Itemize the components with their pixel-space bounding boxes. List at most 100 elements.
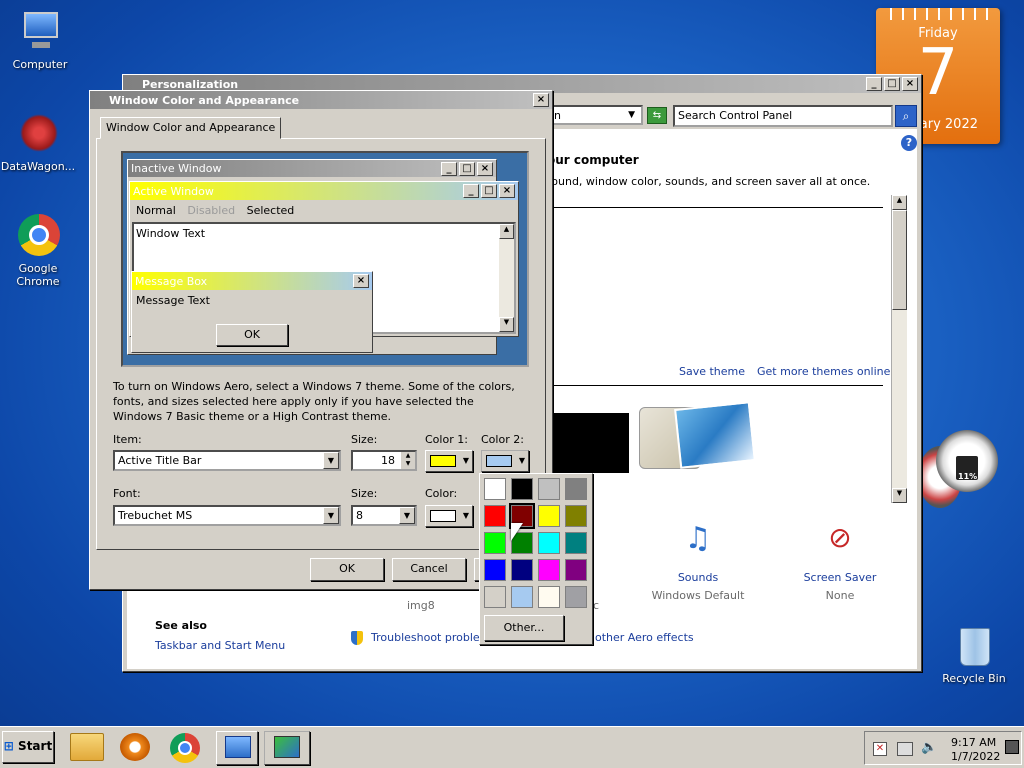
font-color-button[interactable]: ▼ (425, 505, 473, 527)
sounds-label: Sounds (677, 571, 719, 584)
other-color-button[interactable]: Other... (484, 615, 564, 641)
chrome-label: Google Chrome (16, 262, 60, 288)
palette-color-swatch[interactable] (484, 559, 506, 581)
palette-color-swatch[interactable] (484, 586, 506, 608)
control-panel-taskbar-button[interactable] (216, 731, 258, 765)
palette-color-swatch[interactable] (565, 478, 587, 500)
color1-button[interactable]: ▼ (425, 450, 473, 472)
chevron-down-icon[interactable]: ▼ (323, 507, 339, 524)
computer-desktop-icon[interactable]: Computer (0, 10, 80, 71)
font-color-label: Color: (425, 487, 458, 500)
appearance-preview[interactable]: Inactive Window _ □ × Active Window _ □ × No… (121, 151, 529, 367)
palette-color-swatch[interactable] (565, 532, 587, 554)
spinner-down-icon[interactable]: ▼ (401, 460, 415, 469)
sounds-value: Windows Default (651, 589, 745, 602)
network-icon[interactable] (897, 742, 913, 756)
shield-icon (351, 631, 363, 645)
scrollbar-thumb[interactable] (892, 210, 907, 310)
chevron-down-icon: ▼ (462, 511, 469, 520)
clock-time[interactable]: 9:17 AM (951, 736, 996, 749)
volume-icon[interactable]: 🔈 (921, 740, 937, 755)
recycle-bin-icon (952, 624, 996, 668)
recycle-bin-desktop-icon[interactable]: Recycle Bin (934, 624, 1014, 685)
cpu-percent: 11% (958, 472, 978, 481)
screen-saver-button[interactable]: ⊘ Screen Saver None (785, 521, 895, 611)
file-explorer-icon[interactable] (70, 733, 104, 761)
screen-saver-label: Screen Saver (803, 571, 877, 584)
chrome-taskbar-icon[interactable] (170, 733, 200, 763)
refresh-icon[interactable]: ⇆ (647, 107, 667, 124)
palette-color-swatch[interactable] (538, 478, 560, 500)
size-spinner[interactable]: 18 ▲ ▼ (351, 450, 417, 471)
help-icon[interactable]: ? (901, 135, 917, 151)
sounds-button[interactable]: ♫ Sounds Windows Default (643, 521, 753, 611)
media-player-icon[interactable] (120, 733, 150, 761)
theme-list-scrollbar[interactable]: ▲ ▼ (891, 195, 907, 503)
palette-color-swatch[interactable] (511, 559, 533, 581)
color2-label: Color 2: (481, 433, 524, 446)
start-button[interactable]: ⊞ Start (2, 731, 54, 763)
preview-ok-button: OK (216, 324, 288, 346)
palette-color-swatch[interactable] (484, 505, 506, 527)
palette-color-swatch[interactable] (565, 505, 587, 527)
search-input[interactable]: Search Control Panel (673, 105, 893, 127)
chrome-desktop-icon[interactable]: Google Chrome (0, 214, 78, 288)
dialog-close-button[interactable]: × (533, 93, 549, 107)
system-tray: ✕ 🔈 9:17 AM 1/7/2022 (864, 731, 1022, 765)
theme-thumbnail-black[interactable] (549, 413, 629, 473)
dialog-titlebar[interactable]: Window Color and Appearance × (90, 91, 552, 109)
close-button[interactable]: × (902, 77, 918, 91)
troubleshoot-link[interactable]: Troubleshoot problems (371, 631, 496, 644)
ok-button[interactable]: OK (310, 558, 384, 581)
color2-swatch (486, 455, 512, 467)
palette-color-swatch[interactable] (484, 532, 506, 554)
address-bar[interactable]: n ▼ (549, 105, 643, 125)
font-size-select[interactable]: 8 ▼ (351, 505, 417, 526)
minimize-button[interactable]: _ (866, 77, 882, 91)
palette-color-swatch[interactable] (538, 586, 560, 608)
font-select[interactable]: Trebuchet MS ▼ (113, 505, 341, 526)
palette-color-swatch[interactable] (484, 478, 506, 500)
item-select[interactable]: Active Title Bar ▼ (113, 450, 341, 471)
img8-label: img8 (407, 599, 435, 612)
font-color-swatch (430, 510, 456, 522)
more-themes-link[interactable]: Get more themes online (757, 365, 890, 378)
personalization-taskbar-button[interactable] (264, 731, 310, 765)
cpu-meter-gadget[interactable]: 11% (918, 430, 1000, 514)
window-color-c-label: c (593, 599, 600, 612)
palette-color-swatch[interactable] (538, 559, 560, 581)
color2-button[interactable]: ▼ (481, 450, 529, 472)
save-theme-link[interactable]: Save theme (679, 365, 745, 378)
color-palette-popup[interactable]: Other... (479, 473, 593, 645)
spinner-up-icon[interactable]: ▲ (401, 452, 415, 460)
show-desktop-icon[interactable] (1005, 740, 1019, 754)
clock-date[interactable]: 1/7/2022 (951, 750, 1000, 763)
taskbar-link[interactable]: Taskbar and Start Menu (155, 639, 285, 652)
maximize-button[interactable]: □ (884, 77, 900, 91)
palette-color-swatch[interactable] (565, 586, 587, 608)
color1-swatch (430, 455, 456, 467)
palette-color-swatch[interactable] (511, 478, 533, 500)
dialog-tab[interactable]: Window Color and Appearance (100, 117, 282, 139)
palette-color-swatch[interactable] (538, 532, 560, 554)
dialog-title: Window Color and Appearance (109, 93, 300, 107)
search-icon[interactable]: ⌕ (895, 105, 917, 127)
palette-color-swatch[interactable] (511, 586, 533, 608)
aero-effects-link[interactable]: other Aero effects (595, 631, 694, 644)
mouse-pointer-icon (511, 523, 523, 541)
palette-color-swatch[interactable] (538, 505, 560, 527)
computer-label: Computer (12, 58, 68, 71)
chevron-down-icon[interactable]: ▼ (628, 107, 635, 124)
action-center-icon[interactable]: ✕ (873, 742, 887, 756)
preview-msgbox-title: Message Box (135, 274, 208, 288)
preview-menu-disabled: Disabled (187, 204, 236, 217)
palette-color-swatch[interactable] (565, 559, 587, 581)
cancel-button[interactable]: Cancel (392, 558, 466, 581)
datawagon-desktop-icon[interactable]: DataWagon... (0, 112, 78, 173)
taskbar: ⊞ Start ✕ 🔈 9:17 AM 1/7/2022 (0, 726, 1024, 768)
chevron-down-icon[interactable]: ▼ (399, 507, 415, 524)
color1-label: Color 1: (425, 433, 468, 446)
chevron-down-icon[interactable]: ▼ (323, 452, 339, 469)
preview-inactive-title: Inactive Window (131, 162, 222, 175)
screen-saver-value: None (825, 589, 855, 602)
